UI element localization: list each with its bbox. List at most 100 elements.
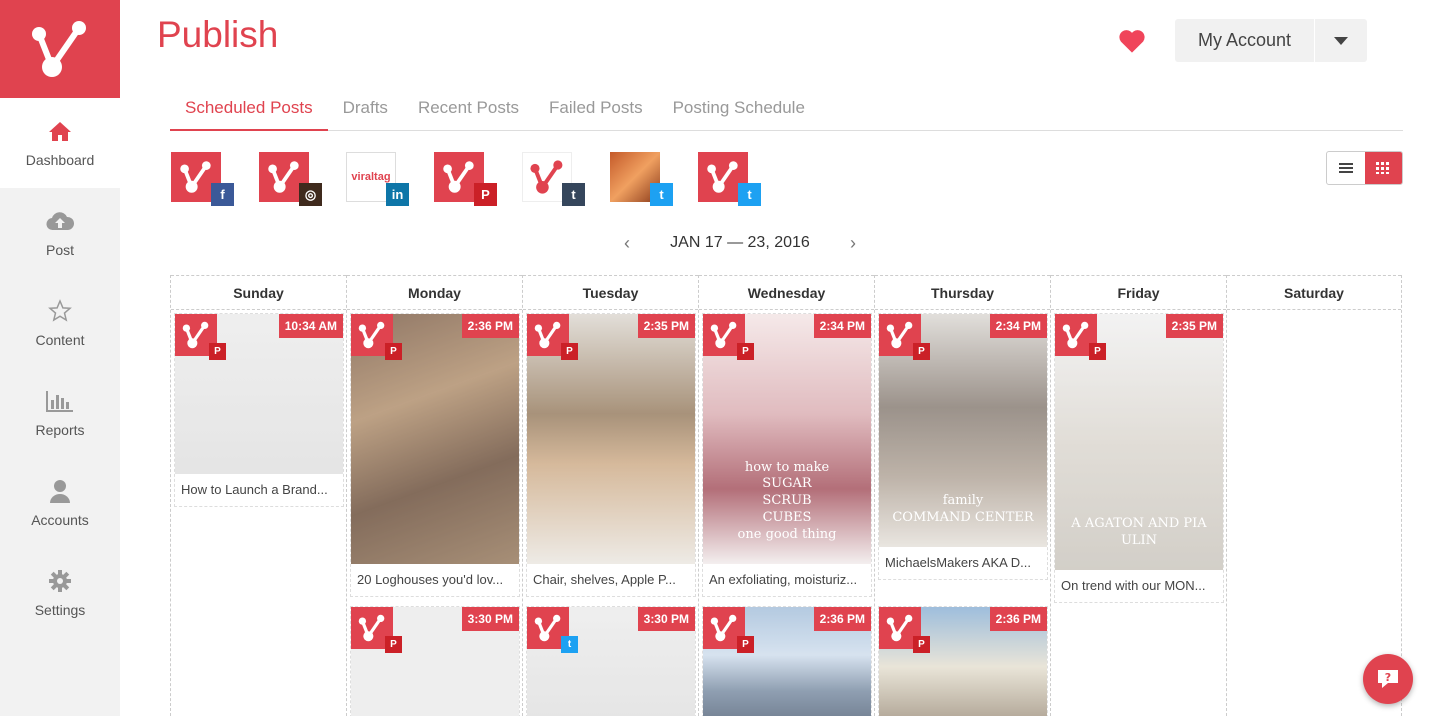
scheduled-post-card[interactable]: family COMMAND CENTER P 2:34 PM MichaelsMake…: [878, 313, 1048, 580]
post-time: 2:34 PM: [813, 314, 871, 338]
pinterest-icon: P: [737, 343, 754, 360]
sidebar-item-post[interactable]: Post: [0, 188, 120, 278]
svg-text:?: ?: [1385, 671, 1391, 684]
scheduled-post-card[interactable]: P 2:36 PM: [702, 606, 872, 716]
instagram-icon: ◎: [299, 183, 322, 206]
day-column-tuesday: Tuesday P 2:35 PM Chair, shelves, Apple P..…: [522, 275, 698, 716]
scheduled-post-card[interactable]: P 3:30 PM: [350, 606, 520, 716]
list-icon: [1338, 163, 1353, 173]
scheduled-post-card[interactable]: how to make SUGAR SCRUB CUBES one good thing…: [702, 313, 872, 597]
tumblr-icon: t: [562, 183, 585, 206]
day-header: Thursday: [875, 275, 1050, 310]
post-time: 2:36 PM: [461, 314, 519, 338]
grid-view-button[interactable]: [1364, 152, 1402, 184]
day-column-wednesday: Wednesday how to make SUGAR SCRUB CUBES one g…: [698, 275, 874, 716]
day-header: Saturday: [1227, 275, 1401, 310]
scheduled-post-card[interactable]: P 10:34 AM How to Launch a Brand...: [174, 313, 344, 507]
scheduled-post-card[interactable]: t 3:30 PM: [526, 606, 696, 716]
tab-scheduled-posts[interactable]: Scheduled Posts: [170, 88, 328, 131]
pinterest-icon: P: [385, 343, 402, 360]
date-navigator: ‹ JAN 17 — 23, 2016 ›: [620, 232, 860, 254]
my-account-label[interactable]: My Account: [1175, 19, 1315, 62]
post-image: P 2:36 PM: [879, 607, 1047, 716]
day-column-thursday: Thursday family COMMAND CENTER P 2:34 PM Mich…: [874, 275, 1050, 716]
facebook-icon: f: [211, 183, 234, 206]
chevron-down-icon[interactable]: [1315, 19, 1367, 62]
help-chat-button[interactable]: ?: [1363, 654, 1413, 704]
twitter-icon: t: [561, 636, 578, 653]
day-header: Wednesday: [699, 275, 874, 310]
sidebar: Dashboard Post Content Reports Accounts Setti…: [0, 0, 120, 716]
sidebar-item-settings[interactable]: Settings: [0, 548, 120, 638]
post-time: 2:35 PM: [1165, 314, 1223, 338]
day-column-sunday: Sunday P 10:34 AM How to Launch a Brand...: [170, 275, 346, 716]
pinterest-icon: P: [1089, 343, 1106, 360]
tab-drafts[interactable]: Drafts: [328, 88, 403, 131]
post-caption: On trend with our MON...: [1061, 578, 1206, 593]
scheduled-post-card[interactable]: P 2:35 PM Chair, shelves, Apple P...: [526, 313, 696, 597]
post-time: 3:30 PM: [461, 607, 519, 631]
account-facebook[interactable]: f: [171, 152, 234, 206]
sidebar-item-content[interactable]: Content: [0, 278, 120, 368]
pinterest-icon: P: [913, 343, 930, 360]
day-header: Monday: [347, 275, 522, 310]
account-twitter[interactable]: t: [698, 152, 761, 206]
post-time: 2:35 PM: [637, 314, 695, 338]
chevron-left-icon[interactable]: ‹: [620, 233, 634, 254]
list-view-button[interactable]: [1327, 152, 1365, 184]
sidebar-item-label: Settings: [34, 602, 86, 618]
pinterest-icon: P: [209, 343, 226, 360]
week-calendar: Sunday P 10:34 AM How to Launch a Brand... M…: [170, 275, 1403, 716]
scheduled-post-card[interactable]: A AGATON AND PIA ULIN P 2:35 PM On trend wi…: [1054, 313, 1224, 603]
post-image: P 2:35 PM: [527, 314, 695, 564]
account-pinterest[interactable]: P: [434, 152, 497, 206]
sidebar-item-reports[interactable]: Reports: [0, 368, 120, 458]
app: Dashboard Post Content Reports Accounts Setti…: [0, 0, 1429, 716]
twitter-icon: t: [650, 183, 673, 206]
post-image: P 2:36 PM: [351, 314, 519, 564]
account-linkedin[interactable]: viraltag in: [346, 152, 409, 206]
sidebar-item-accounts[interactable]: Accounts: [0, 458, 120, 548]
my-account-dropdown[interactable]: My Account: [1175, 19, 1367, 62]
post-image: P 3:30 PM: [351, 607, 519, 716]
heart-icon[interactable]: [1118, 28, 1146, 59]
post-time: 2:36 PM: [813, 607, 871, 631]
post-image: family COMMAND CENTER P 2:34 PM: [879, 314, 1047, 547]
day-header: Friday: [1051, 275, 1226, 310]
day-column-saturday: Saturday: [1226, 275, 1402, 716]
post-caption: 20 Loghouses you'd lov...: [357, 572, 504, 587]
pinterest-icon: P: [385, 636, 402, 653]
sidebar-item-label: Content: [35, 332, 85, 348]
pinterest-icon: P: [474, 183, 497, 206]
post-image: A AGATON AND PIA ULIN P 2:35 PM: [1055, 314, 1223, 570]
cloud-upload-icon: [46, 208, 74, 234]
tab-failed-posts[interactable]: Failed Posts: [534, 88, 658, 131]
scheduled-post-card[interactable]: P 2:36 PM: [878, 606, 1048, 716]
account-instagram[interactable]: ◎: [259, 152, 322, 206]
account-twitter[interactable]: t: [610, 152, 673, 206]
day-column-monday: Monday P 2:36 PM 20 Loghouses you'd lov... P…: [346, 275, 522, 716]
post-time: 2:34 PM: [989, 314, 1047, 338]
sidebar-item-label: Dashboard: [25, 152, 95, 168]
chat-question-icon: ?: [1378, 670, 1398, 688]
post-caption: Chair, shelves, Apple P...: [533, 572, 676, 587]
view-toggle: [1326, 151, 1403, 185]
gear-icon: [48, 568, 72, 594]
post-image: t 3:30 PM: [527, 607, 695, 716]
day-column-friday: Friday A AGATON AND PIA ULIN P 2:35 PM On tr…: [1050, 275, 1226, 716]
pinterest-icon: P: [913, 636, 930, 653]
publish-tabs: Scheduled Posts Drafts Recent Posts Fail…: [170, 88, 1403, 131]
chevron-right-icon[interactable]: ›: [846, 233, 860, 254]
tab-recent-posts[interactable]: Recent Posts: [403, 88, 534, 131]
sidebar-item-label: Post: [45, 242, 74, 258]
brand-logo[interactable]: [0, 0, 120, 98]
post-time: 2:36 PM: [989, 607, 1047, 631]
date-range: JAN 17 — 23, 2016: [670, 234, 810, 251]
account-tumblr[interactable]: t: [522, 152, 585, 206]
post-image: how to make SUGAR SCRUB CUBES one good thing…: [703, 314, 871, 564]
scheduled-post-card[interactable]: P 2:36 PM 20 Loghouses you'd lov...: [350, 313, 520, 597]
tab-posting-schedule[interactable]: Posting Schedule: [658, 88, 820, 131]
sidebar-item-label: Reports: [35, 422, 85, 438]
sidebar-item-dashboard[interactable]: Dashboard: [0, 98, 120, 188]
linkedin-icon: in: [386, 183, 409, 206]
